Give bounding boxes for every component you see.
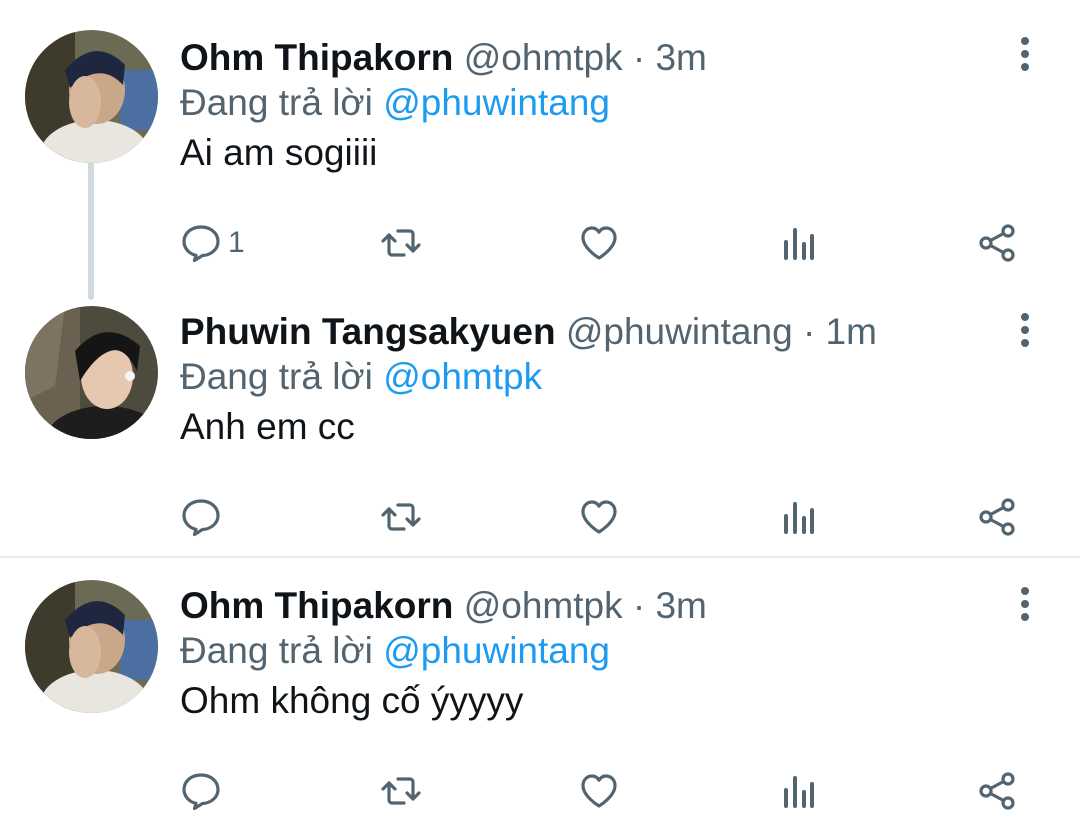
avatar-image — [25, 30, 158, 163]
more-vertical-icon — [1021, 37, 1029, 45]
separator-dot: · — [632, 585, 646, 626]
more-vertical-icon — [1021, 313, 1029, 321]
like-button[interactable] — [578, 492, 620, 542]
mention-link[interactable]: @phuwintang — [383, 630, 610, 671]
avatar[interactable] — [25, 580, 158, 713]
retweet-icon — [381, 229, 421, 257]
heart-icon — [581, 226, 617, 260]
timestamp[interactable]: 1m — [826, 311, 877, 352]
analytics-icon — [784, 776, 814, 808]
more-dot — [1021, 63, 1029, 71]
retweet-button[interactable] — [380, 218, 422, 268]
tweet[interactable]: Ohm Thipakorn @ohmtpk · 3m Đang trả lời … — [0, 558, 1080, 830]
reply-icon — [182, 225, 220, 263]
action-bar — [0, 492, 1080, 542]
display-name[interactable]: Ohm Thipakorn — [180, 37, 453, 78]
mention-link[interactable]: @phuwintang — [383, 82, 610, 123]
analytics-icon — [784, 228, 814, 260]
reply-button[interactable] — [180, 492, 228, 542]
analytics-button[interactable] — [778, 218, 820, 268]
reply-button[interactable]: 1 — [180, 218, 245, 268]
separator-dot: · — [632, 37, 646, 78]
more-options-button[interactable] — [1010, 582, 1040, 626]
action-bar: 1 — [0, 218, 1080, 268]
retweet-button[interactable] — [380, 766, 422, 816]
share-button[interactable] — [976, 218, 1018, 268]
mention-link[interactable]: @ohmtpk — [383, 356, 542, 397]
tweet-header: Phuwin Tangsakyuen @phuwintang · 1m — [180, 310, 990, 354]
analytics-icon — [784, 502, 814, 534]
like-button[interactable] — [578, 766, 620, 816]
more-dot — [1021, 50, 1029, 58]
reply-icon — [182, 773, 220, 811]
reply-count: 1 — [228, 226, 245, 259]
share-icon — [979, 498, 1015, 536]
tweet-header: Ohm Thipakorn @ohmtpk · 3m — [180, 36, 990, 80]
more-dot — [1021, 600, 1029, 608]
more-dot — [1021, 339, 1029, 347]
user-handle[interactable]: @ohmtpk — [464, 37, 623, 78]
user-handle[interactable]: @phuwintang — [566, 311, 793, 352]
replying-to: Đang trả lời @phuwintang — [180, 628, 990, 674]
tweet[interactable]: Phuwin Tangsakyuen @phuwintang · 1m Đang… — [0, 300, 1080, 558]
separator-dot: · — [802, 311, 816, 352]
retweet-icon — [381, 777, 421, 805]
retweet-icon — [381, 503, 421, 531]
more-dot — [1021, 326, 1029, 334]
analytics-button[interactable] — [778, 766, 820, 816]
tweet-text: Anh em cc — [180, 406, 355, 447]
avatar-image — [25, 580, 158, 713]
reply-button[interactable] — [180, 766, 228, 816]
replying-to-label: Đang trả lời — [180, 630, 373, 671]
timestamp[interactable]: 3m — [655, 37, 706, 78]
share-button[interactable] — [976, 492, 1018, 542]
tweet[interactable]: Ohm Thipakorn @ohmtpk · 3m Đang trả lời … — [0, 0, 1080, 300]
replying-to-label: Đang trả lời — [180, 356, 373, 397]
heart-icon — [581, 500, 617, 534]
avatar[interactable] — [25, 306, 158, 439]
replying-to-label: Đang trả lời — [180, 82, 373, 123]
more-dot — [1021, 613, 1029, 621]
display-name[interactable]: Ohm Thipakorn — [180, 585, 453, 626]
reply-icon — [182, 499, 220, 537]
share-icon — [979, 224, 1015, 262]
action-bar — [0, 766, 1080, 816]
tweet-text: Ai am sogiiii — [180, 132, 378, 173]
tweet-header: Ohm Thipakorn @ohmtpk · 3m — [180, 584, 990, 628]
replying-to: Đang trả lời @phuwintang — [180, 80, 990, 126]
replying-to: Đang trả lời @ohmtpk — [180, 354, 990, 400]
share-button[interactable] — [976, 766, 1018, 816]
tweet-text: Ohm không cố ýyyyy — [180, 680, 524, 721]
more-vertical-icon — [1021, 587, 1029, 595]
more-options-button[interactable] — [1010, 308, 1040, 352]
avatar[interactable] — [25, 30, 158, 163]
user-handle[interactable]: @ohmtpk — [464, 585, 623, 626]
share-icon — [979, 772, 1015, 810]
display-name[interactable]: Phuwin Tangsakyuen — [180, 311, 556, 352]
retweet-button[interactable] — [380, 492, 422, 542]
analytics-button[interactable] — [778, 492, 820, 542]
heart-icon — [581, 774, 617, 808]
timestamp[interactable]: 3m — [655, 585, 706, 626]
like-button[interactable] — [578, 218, 620, 268]
more-options-button[interactable] — [1010, 32, 1040, 76]
avatar-image — [25, 306, 158, 439]
